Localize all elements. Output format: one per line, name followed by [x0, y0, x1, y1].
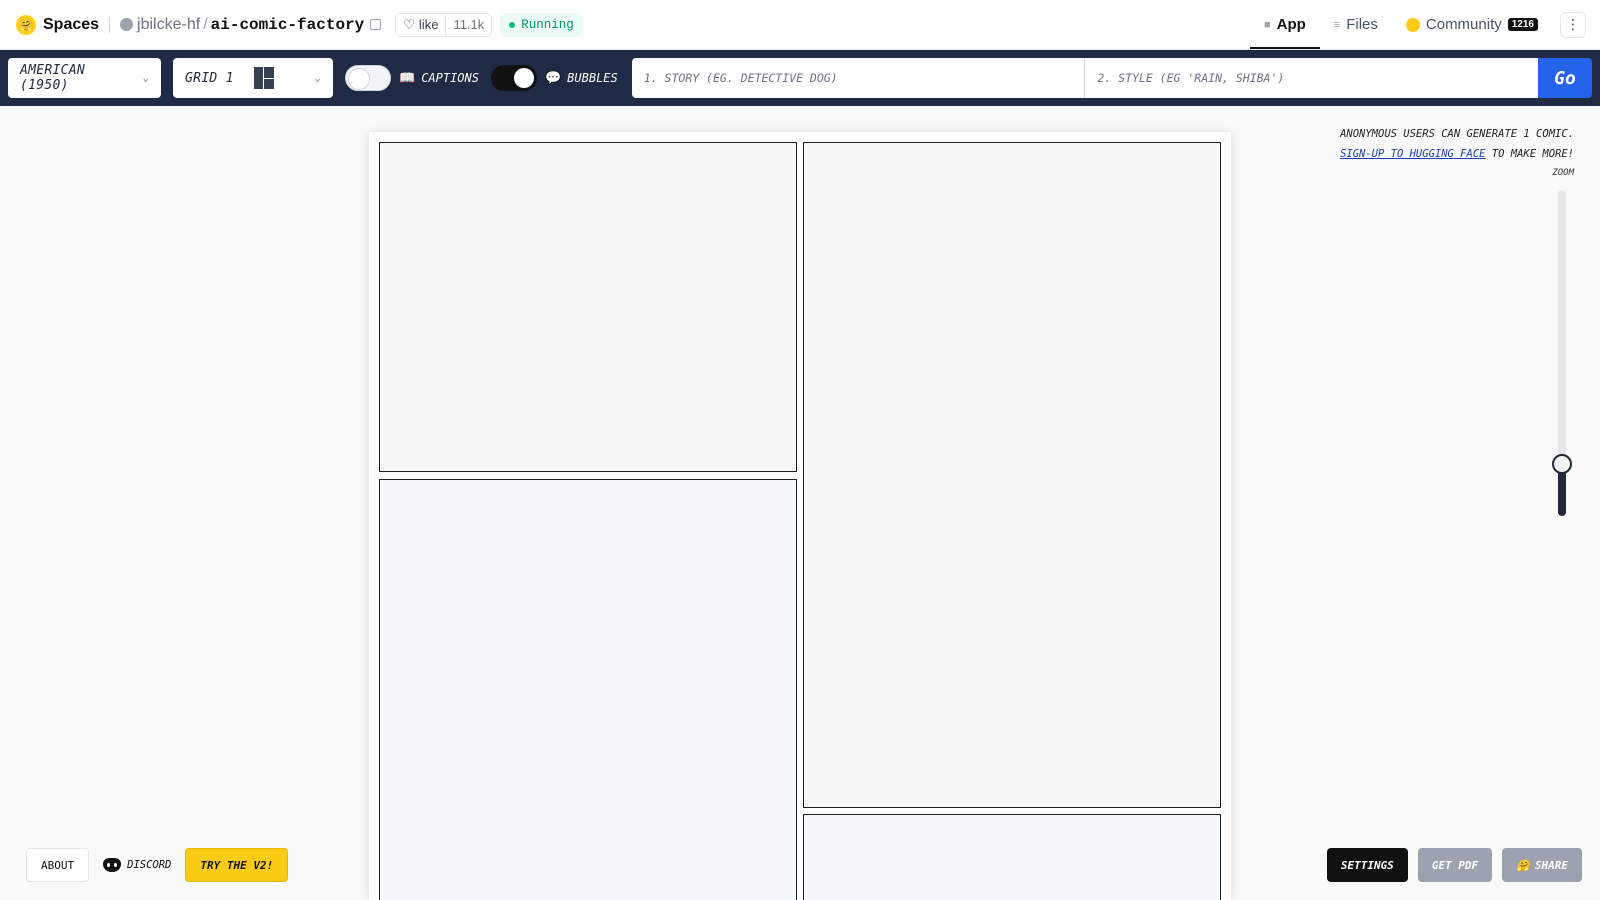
- more-options-button[interactable]: ⋮: [1560, 11, 1586, 38]
- book-icon: 📖: [399, 70, 416, 86]
- discord-icon: [103, 858, 122, 872]
- notice-line-1: Anonymous users can generate 1 comic.: [1340, 128, 1574, 140]
- bubbles-label-wrap: 💬 Bubbles: [545, 71, 618, 86]
- comic-panel-3[interactable]: [379, 479, 797, 900]
- hf-header: 🤗 Spaces jbilcke-hf / ai-comic-factory ♡…: [0, 0, 1600, 50]
- status-text: Running: [521, 17, 574, 32]
- comic-toolbar: American (1950) ⌄ Grid 1 ⌄ 📖 Captions 💬 …: [0, 50, 1600, 106]
- zoom-label: Zoom: [1552, 168, 1574, 178]
- toggle-knob: [349, 69, 369, 89]
- comic-page: [369, 132, 1231, 900]
- status-badge: Running: [500, 12, 583, 37]
- app-icon: ■: [1263, 18, 1271, 31]
- captions-toggle[interactable]: [345, 65, 391, 91]
- captions-label-wrap: 📖 Captions: [399, 71, 479, 86]
- zoom-slider-handle[interactable]: [1552, 453, 1572, 474]
- anonymous-notice: Anonymous users can generate 1 comic. Si…: [1340, 124, 1574, 164]
- path-separator: /: [203, 15, 208, 33]
- style-select[interactable]: American (1950) ⌄: [8, 58, 161, 98]
- spaces-link[interactable]: Spaces: [43, 16, 99, 34]
- bottom-right-actions: Settings Get PDF 🤗 Share: [1326, 848, 1582, 882]
- tab-community[interactable]: Community 1216: [1392, 0, 1552, 49]
- bubbles-label: Bubbles: [567, 71, 618, 85]
- discord-label: Discord: [127, 859, 172, 871]
- status-dot-icon: [509, 21, 516, 28]
- comic-panel-1[interactable]: [379, 142, 797, 472]
- hugging-face-icon: 🤗: [1516, 858, 1530, 872]
- tab-community-label: Community: [1425, 16, 1502, 33]
- share-label: Share: [1534, 858, 1568, 872]
- copy-icon[interactable]: [370, 19, 382, 30]
- speech-bubble-icon: 💬: [544, 70, 562, 86]
- files-icon: ≡: [1333, 18, 1341, 31]
- discord-button[interactable]: Discord: [103, 858, 171, 872]
- community-icon: [1405, 17, 1420, 32]
- tab-app[interactable]: ■ App: [1249, 0, 1320, 49]
- heart-icon: ♡: [403, 16, 415, 32]
- prompt-group: 1. Story (eg. detective dog) 2. Style (e…: [631, 58, 1592, 98]
- bubbles-toggle[interactable]: [490, 65, 537, 91]
- like-count[interactable]: 11.1k: [445, 13, 491, 36]
- get-pdf-button[interactable]: Get PDF: [1417, 848, 1493, 882]
- comic-panel-4[interactable]: [803, 814, 1221, 900]
- tab-app-label: App: [1276, 16, 1306, 33]
- repo-name[interactable]: ai-comic-factory: [211, 16, 365, 34]
- notice-line-2-rest: to make more!: [1485, 148, 1574, 160]
- comic-panel-2[interactable]: [803, 142, 1221, 808]
- like-label-wrap[interactable]: ♡ like: [396, 14, 445, 36]
- captions-label: Captions: [421, 71, 479, 85]
- grid-select-value: Grid 1: [185, 70, 234, 86]
- header-divider: [109, 16, 111, 33]
- hf-header-left: 🤗 Spaces jbilcke-hf / ai-comic-factory ♡…: [0, 0, 583, 49]
- settings-button[interactable]: Settings: [1326, 848, 1408, 882]
- about-button[interactable]: About: [26, 848, 90, 882]
- style-input[interactable]: 2. Style (eg 'rain, shiba'): [1084, 58, 1538, 98]
- owner-link[interactable]: jbilcke-hf: [137, 16, 200, 34]
- try-v2-button[interactable]: Try the V2!: [185, 848, 289, 882]
- toggle-knob: [513, 68, 534, 88]
- owner-avatar[interactable]: [120, 18, 134, 31]
- tab-files[interactable]: ≡ Files: [1320, 0, 1392, 49]
- like-label: like: [418, 17, 439, 32]
- signup-link[interactable]: Sign-up to Hugging Face: [1340, 148, 1485, 160]
- like-button[interactable]: ♡ like 11.1k: [395, 12, 493, 37]
- community-count-badge: 1216: [1507, 18, 1538, 31]
- share-button[interactable]: 🤗 Share: [1502, 848, 1582, 882]
- style-select-value: American (1950): [20, 63, 86, 93]
- tab-files-label: Files: [1346, 16, 1378, 33]
- grid-select[interactable]: Grid 1 ⌄: [173, 58, 333, 98]
- comic-canvas: Anonymous users can generate 1 comic. Si…: [0, 106, 1600, 900]
- story-input[interactable]: 1. Story (eg. detective dog): [631, 58, 1085, 98]
- hugging-face-icon[interactable]: 🤗: [16, 14, 36, 35]
- go-button[interactable]: Go: [1538, 58, 1592, 98]
- grid-layout-icon: [253, 67, 274, 89]
- bottom-left-actions: About Discord Try the V2!: [26, 848, 289, 882]
- notice-line-2: Sign-up to Hugging Face to make more!: [1340, 144, 1574, 164]
- hf-header-right: ■ App ≡ Files Community 1216 ⋮: [1249, 0, 1600, 49]
- chevron-down-icon: ⌄: [314, 72, 321, 84]
- chevron-down-icon: ⌄: [142, 72, 149, 84]
